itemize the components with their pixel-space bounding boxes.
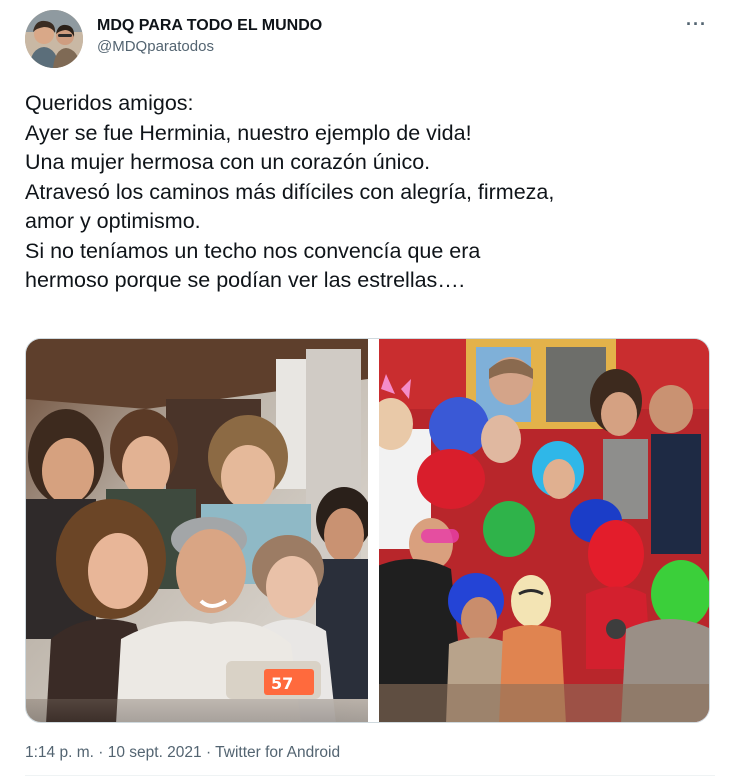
tweet-line: amor y optimismo. [25, 209, 201, 233]
divider [25, 775, 715, 776]
svg-text:57: 57 [271, 674, 293, 693]
tweet-metadata: 1:14 p. m. · 10 sept. 2021 · Twitter for… [25, 744, 340, 762]
avatar[interactable] [25, 10, 83, 68]
tweet-card: MDQ PARA TODO EL MUNDO @MDQparatodos ···… [0, 0, 730, 781]
tweet-line: Si no teníamos un techo nos convencía qu… [25, 238, 481, 263]
meta-separator: · [93, 744, 108, 761]
tweet-line: Una mujer hermosa con un corazón único. [25, 150, 431, 174]
tweet-line: Ayer se fue Herminia, nuestro ejemplo de… [25, 120, 472, 145]
photo-family-selfie[interactable]: 57 [26, 339, 368, 722]
tweet-source[interactable]: Twitter for Android [215, 744, 340, 761]
photo-party-group[interactable] [371, 339, 709, 722]
tweet-line: hermoso porque se podían ver las estrell… [25, 268, 465, 292]
tweet-line: Atravesó los caminos más difíciles con a… [25, 179, 555, 204]
family-selfie-image: 57 [26, 339, 368, 722]
avatar-photo-icon [25, 10, 83, 68]
party-group-image [371, 339, 709, 722]
handle[interactable]: @MDQparatodos [97, 36, 322, 58]
meta-separator: · [201, 744, 216, 761]
tweet-date[interactable]: 10 sept. 2021 [108, 744, 202, 761]
tweet-time[interactable]: 1:14 p. m. [25, 744, 94, 761]
author-names: MDQ PARA TODO EL MUNDO @MDQparatodos [97, 16, 322, 58]
tweet-header: MDQ PARA TODO EL MUNDO @MDQparatodos ··· [25, 10, 715, 70]
media-grid: 57 [25, 338, 710, 723]
display-name[interactable]: MDQ PARA TODO EL MUNDO [97, 16, 322, 36]
tweet-text: Queridos amigos: Ayer se fue Herminia, n… [25, 89, 715, 296]
more-options-icon[interactable]: ··· [686, 14, 707, 35]
tweet-line: Queridos amigos: [25, 91, 194, 115]
